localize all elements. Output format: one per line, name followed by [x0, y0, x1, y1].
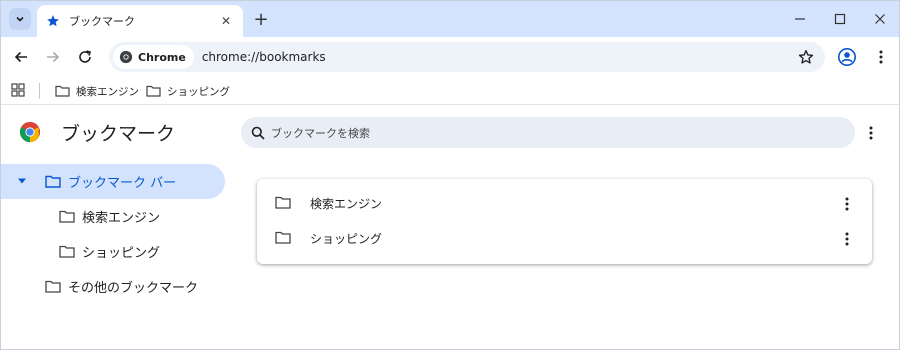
reload-button[interactable]	[73, 45, 97, 69]
chrome-logo-icon	[19, 121, 41, 143]
tab-title: ブックマーク	[69, 15, 135, 28]
chip-label: Chrome	[138, 50, 186, 64]
sidebar-item-bookmarks-bar[interactable]: ブックマーク バー	[1, 164, 225, 199]
list-item[interactable]: ショッピング	[257, 221, 872, 256]
site-info-chip[interactable]: Chrome	[113, 45, 194, 69]
minimize-icon	[795, 18, 805, 20]
organize-menu-button[interactable]	[861, 122, 881, 144]
search-placeholder: ブックマークを検索	[271, 126, 370, 140]
folder-icon	[275, 196, 291, 209]
folder-icon	[146, 85, 161, 97]
profile-icon	[838, 48, 856, 66]
maximize-icon	[834, 13, 846, 25]
search-icon	[251, 126, 265, 140]
sidebar-item-other-bookmarks[interactable]: その他のブックマーク	[1, 269, 229, 304]
new-tab-button[interactable]: +	[251, 9, 271, 30]
folder-icon	[45, 175, 61, 188]
arrow-right-icon	[47, 51, 60, 63]
bookmarks-bar: 検索エンジン ショッピング	[1, 77, 899, 105]
browser-window: ブックマーク ✕ + Chrome chrome://bookmarks 検索エ…	[0, 0, 900, 350]
tab-close-icon[interactable]: ✕	[217, 12, 235, 30]
back-button[interactable]	[9, 45, 33, 69]
sidebar-item-label: ブックマーク バー	[68, 176, 177, 191]
sidebar-item-label: 検索エンジン	[82, 211, 161, 226]
item-menu-button[interactable]	[837, 194, 857, 214]
more-vert-icon	[869, 126, 873, 140]
folder-icon	[59, 245, 75, 258]
bookmark-list: 検索エンジン ショッピング	[257, 179, 872, 264]
bookmark-folder-shopping[interactable]: ショッピング	[146, 81, 230, 101]
folder-icon	[59, 210, 75, 223]
star-outline-icon	[798, 50, 814, 64]
toolbar: Chrome chrome://bookmarks	[1, 37, 899, 77]
bookmark-folder-label: 検索エンジン	[76, 85, 139, 98]
bookmark-folder-label: ショッピング	[167, 85, 230, 98]
more-vert-icon	[879, 50, 883, 64]
sidebar-item-shopping[interactable]: ショッピング	[1, 234, 229, 269]
profile-button[interactable]	[837, 47, 857, 67]
apps-grid-icon	[11, 83, 25, 97]
close-icon	[875, 14, 885, 24]
url-text[interactable]: chrome://bookmarks	[202, 50, 326, 64]
tab-bookmarks[interactable]: ブックマーク ✕	[37, 5, 243, 37]
bookmarks-bar-divider	[39, 83, 40, 99]
omnibox[interactable]: Chrome chrome://bookmarks	[109, 42, 825, 72]
sidebar-item-search-engines[interactable]: 検索エンジン	[1, 199, 229, 234]
list-item[interactable]: 検索エンジン	[257, 186, 872, 221]
minimize-button[interactable]	[780, 1, 820, 37]
reload-icon	[79, 50, 91, 63]
page-title: ブックマーク	[61, 123, 176, 145]
folder-icon	[55, 85, 70, 97]
more-vert-icon	[845, 197, 849, 211]
tab-strip: ブックマーク ✕ +	[1, 1, 899, 37]
bookmark-folder-search-engines[interactable]: 検索エンジン	[55, 81, 139, 101]
list-item-label: ショッピング	[310, 232, 383, 246]
close-window-button[interactable]	[860, 1, 899, 37]
bookmark-search-input[interactable]: ブックマークを検索	[241, 117, 855, 148]
maximize-button[interactable]	[820, 1, 860, 37]
expand-arrow-icon[interactable]	[17, 177, 27, 185]
chrome-icon	[119, 50, 133, 64]
bookmarks-manager: ブックマーク ブックマークを検索 ブックマーク バー 検索エンジン ショッピング	[1, 106, 899, 349]
chrome-menu-button[interactable]	[869, 45, 893, 69]
more-vert-icon	[845, 232, 849, 246]
sidebar-item-label: ショッピング	[82, 246, 161, 261]
bookmark-star-button[interactable]	[797, 48, 815, 66]
apps-button[interactable]	[11, 82, 27, 98]
forward-button[interactable]	[41, 45, 65, 69]
tab-search-button[interactable]	[9, 8, 31, 30]
folder-icon	[45, 280, 61, 293]
folder-icon	[275, 231, 291, 244]
item-menu-button[interactable]	[837, 229, 857, 249]
arrow-left-icon	[14, 51, 27, 63]
sidebar-item-label: その他のブックマーク	[68, 281, 199, 296]
star-icon	[45, 13, 61, 29]
folder-tree: ブックマーク バー 検索エンジン ショッピング その他のブックマーク	[1, 164, 229, 304]
chevron-down-icon	[16, 16, 24, 22]
list-item-label: 検索エンジン	[310, 197, 383, 211]
